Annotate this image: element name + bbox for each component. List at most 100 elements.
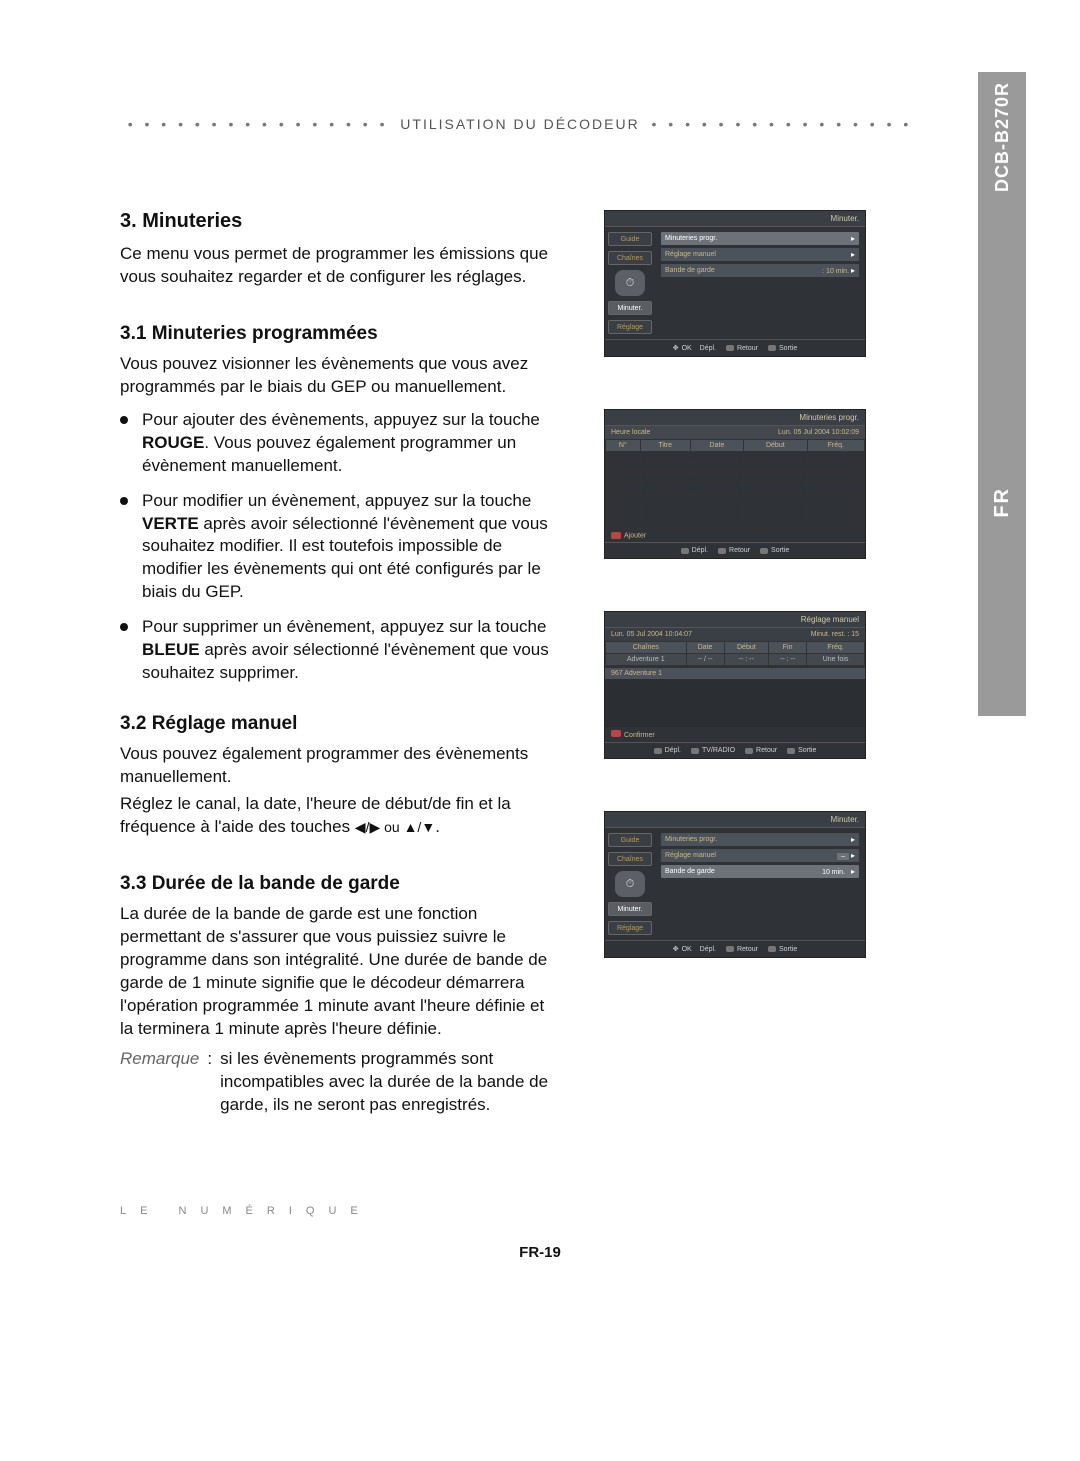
- sortie-label: Sortie: [798, 747, 816, 754]
- row-label: Minuteries progr.: [665, 836, 717, 843]
- dots-left: • • • • • • • • • • • • • • • •: [128, 116, 389, 132]
- bullet-text: Pour modifier un évènement, appuyez sur …: [142, 491, 531, 510]
- retour-label: Retour: [729, 547, 750, 554]
- heure-label: Heure locale: [611, 429, 650, 436]
- chevron-right-icon: ▸: [851, 851, 855, 860]
- btn-retour: Retour: [726, 345, 758, 352]
- col-header: Fréq.: [807, 642, 865, 654]
- heading-minuteries: 3. Minuteries: [120, 210, 556, 233]
- bullet-strong: ROUGE: [142, 433, 204, 452]
- shot-title: Réglage manuel: [605, 612, 865, 628]
- page-number: FR-19: [120, 1244, 960, 1261]
- bullet-verte: Pour modifier un évènement, appuyez sur …: [120, 490, 556, 605]
- col-header: Chaînes: [606, 642, 687, 654]
- menu-row: Bande de garde: 10 min. ▸: [661, 264, 859, 277]
- model-tab: DCB-B270R: [978, 72, 1026, 202]
- para-3-3: La durée de la bande de garde est une fo…: [120, 903, 556, 1041]
- dots-right: • • • • • • • • • • • • • • • •: [652, 116, 913, 132]
- date-value: Lun. 05 Jul 2004 10:04:07: [611, 631, 692, 638]
- depl-label: Dépl.: [665, 747, 681, 754]
- confirm-row: Confirmer: [605, 727, 865, 742]
- col-header: Début: [744, 440, 808, 452]
- btn-sortie: Sortie: [760, 547, 789, 554]
- nav-icon: ✥ OK Dépl.: [673, 945, 716, 953]
- heading-3-3: 3.3 Durée de la bande de garde: [120, 873, 556, 895]
- para-3-2b: Réglez le canal, la date, l'heure de déb…: [120, 793, 556, 839]
- row-label: Réglage manuel: [665, 852, 716, 859]
- lang-tab: FR: [978, 480, 1026, 524]
- chevron-right-icon: ▸: [851, 250, 855, 259]
- chevron-right-icon: ▸: [851, 266, 855, 275]
- btn-depl: Dépl.: [654, 747, 681, 754]
- btn-depl: Dépl.: [681, 547, 708, 554]
- depl-label: Dépl.: [700, 345, 716, 352]
- col-header: N°: [606, 440, 641, 452]
- arrow-keys-icon: ◀/▶ ou ▲/▼: [355, 819, 435, 835]
- text: Réglez le canal, la date, l'heure de déb…: [120, 794, 511, 836]
- screenshot-minuter-menu: Minuter. Guide Chaînes ⏱ Minuter. Réglag…: [604, 210, 866, 357]
- bullet-bleue: Pour supprimer un évènement, appuyez sur…: [120, 616, 556, 685]
- clock-icon: ⏱: [615, 270, 645, 296]
- depl-label: Dépl.: [692, 547, 708, 554]
- btn-retour: Retour: [745, 747, 777, 754]
- side-reglage: Réglage: [608, 320, 652, 334]
- btn-sortie: Sortie: [768, 946, 797, 953]
- screenshot-bande-garde: Minuter. Guide Chaînes ⏱ Minuter. Réglag…: [604, 811, 866, 958]
- ok-label: OK: [682, 345, 692, 352]
- side-tab: DCB-B270R FR: [978, 72, 1026, 716]
- note-colon: :: [207, 1048, 212, 1117]
- retour-label: Retour: [737, 345, 758, 352]
- timer-table: N° Titre Date Début Fréq.: [605, 439, 865, 529]
- nav-icon: ✥ OK Dépl.: [673, 344, 716, 352]
- col-header: Titre: [640, 440, 690, 452]
- btn-retour: Retour: [726, 946, 758, 953]
- heading-3-1: 3.1 Minuteries programmées: [120, 323, 556, 345]
- side-minuter: Minuter.: [608, 902, 652, 916]
- bullet-strong: VERTE: [142, 514, 199, 533]
- confirm-label: Confirmer: [624, 732, 655, 739]
- side-reglage: Réglage: [608, 921, 652, 935]
- shot-title: Minuteries progr.: [605, 410, 865, 426]
- side-minuter: Minuter.: [608, 301, 652, 315]
- side-chaines: Chaînes: [608, 251, 652, 265]
- sortie-label: Sortie: [771, 547, 789, 554]
- note-row: Remarque : si les évènements programmés …: [120, 1048, 556, 1117]
- section-title: UTILISATION DU DÉCODEUR: [400, 116, 639, 132]
- row-value: –: [837, 853, 849, 860]
- bullet-text: Pour ajouter des évènements, appuyez sur…: [142, 410, 540, 429]
- row-label: Réglage manuel: [665, 251, 716, 258]
- chevron-right-icon: ▸: [851, 835, 855, 844]
- side-chaines: Chaînes: [608, 852, 652, 866]
- ok-label: OK: [682, 946, 692, 953]
- para-3-2a: Vous pouvez également programmer des évè…: [120, 743, 556, 789]
- retour-label: Retour: [737, 946, 758, 953]
- add-label: Ajouter: [624, 532, 646, 539]
- bullet-text: après avoir sélectionné l'évènement que …: [142, 514, 548, 602]
- side-guide: Guide: [608, 833, 652, 847]
- col-header: Fréq.: [807, 440, 864, 452]
- bullet-text: après avoir sélectionné l'évènement que …: [142, 640, 549, 682]
- row-value: 10 min.: [818, 869, 849, 876]
- manual-table: Chaînes Date Début Fin Fréq. Adventure 1…: [605, 641, 865, 666]
- btn-sortie: Sortie: [787, 747, 816, 754]
- channel-line: 967 Adventure 1: [605, 668, 865, 679]
- text: .: [435, 817, 440, 836]
- bullet-text: Pour supprimer un évènement, appuyez sur…: [142, 617, 546, 636]
- sortie-label: Sortie: [779, 345, 797, 352]
- shot-title: Minuter.: [605, 812, 865, 828]
- intro-paragraph: Ce menu vous permet de programmer les ém…: [120, 243, 556, 289]
- note-body: si les évènements programmés sont incomp…: [220, 1048, 556, 1117]
- btn-sortie: Sortie: [768, 345, 797, 352]
- col-header: Date: [686, 642, 724, 654]
- btn-retour: Retour: [718, 547, 750, 554]
- menu-row: Minuteries progr.▸: [661, 232, 859, 245]
- date-value: Lun. 05 Jul 2004 10:02:09: [778, 429, 859, 436]
- col-header: Fin: [769, 642, 807, 654]
- model-label: DCB-B270R: [992, 82, 1013, 192]
- cell: Une fois: [807, 654, 865, 666]
- menu-row: Réglage manuel – ▸: [661, 849, 859, 862]
- bullet-list: Pour ajouter des évènements, appuyez sur…: [120, 409, 556, 685]
- retour-label: Retour: [756, 747, 777, 754]
- shot-title: Minuter.: [605, 211, 865, 227]
- row-label: Bande de garde: [665, 267, 715, 274]
